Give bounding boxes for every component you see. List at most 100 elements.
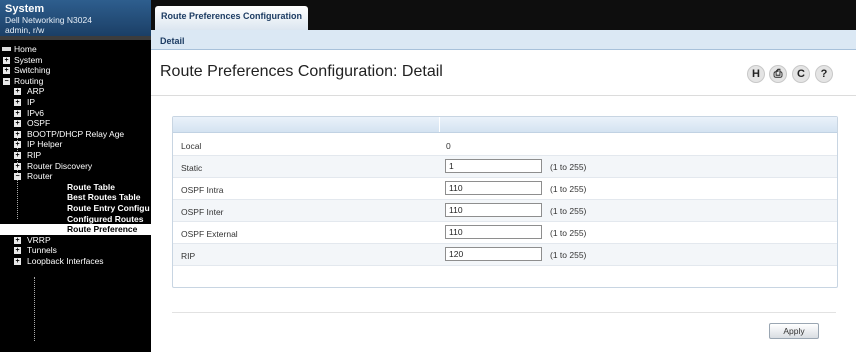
nav-item-switching[interactable]: + Switching xyxy=(0,65,151,76)
nav-item-vrrp[interactable]: + VRRP xyxy=(0,235,151,246)
expand-icon[interactable]: + xyxy=(14,98,21,106)
ospf-intra-label: OSPF Intra xyxy=(181,185,224,195)
print-icon[interactable]: ⎙ xyxy=(769,65,787,83)
home-icon xyxy=(2,47,11,51)
tab-route-preferences-configuration[interactable]: Route Preferences Configuration xyxy=(155,6,308,30)
nav-item-routing[interactable]: − Routing xyxy=(0,76,151,87)
local-label: Local xyxy=(181,141,202,151)
static-input[interactable] xyxy=(445,159,542,173)
nav-item-label: Home xyxy=(14,44,37,54)
nav-item-label: Routing xyxy=(14,75,44,86)
row-local: Local 0 xyxy=(173,134,837,156)
static-label: Static xyxy=(181,163,203,173)
rip-input[interactable] xyxy=(445,247,542,261)
expand-icon[interactable]: + xyxy=(14,151,21,159)
nav-item-route-table[interactable]: Route Table xyxy=(0,182,151,193)
static-range: (1 to 255) xyxy=(550,162,587,172)
collapse-icon[interactable]: − xyxy=(3,77,10,85)
rip-range: (1 to 255) xyxy=(550,250,587,260)
expand-icon[interactable]: + xyxy=(14,162,21,170)
expand-icon[interactable]: + xyxy=(14,141,21,149)
expand-icon[interactable]: + xyxy=(14,236,21,244)
nav-item-label: Loopback Interfaces xyxy=(27,255,104,266)
question-icon[interactable]: ? xyxy=(815,65,833,83)
row-ospf-inter: OSPF Inter (1 to 255) xyxy=(173,200,837,222)
ospf-intra-range: (1 to 255) xyxy=(550,184,587,194)
nav-item-ip[interactable]: + IP xyxy=(0,97,151,108)
ospf-inter-range: (1 to 255) xyxy=(550,206,587,216)
refresh-icon[interactable]: C xyxy=(792,65,810,83)
system-model: Dell Networking N3024 xyxy=(5,15,92,25)
nav-item-label: VRRP xyxy=(27,234,51,245)
form-divider xyxy=(172,312,836,313)
collapse-icon[interactable]: − xyxy=(14,173,21,181)
nav-item-label: OSPF xyxy=(27,118,51,129)
ospf-inter-input[interactable] xyxy=(445,203,542,217)
nav-item-route-entry-config[interactable]: Route Entry Configu xyxy=(0,203,151,214)
nav-item-arp[interactable]: + ARP xyxy=(0,86,151,97)
nav-item-label: Route Preference xyxy=(67,224,138,235)
expand-icon[interactable]: + xyxy=(14,120,21,128)
nav-item-configured-routes[interactable]: Configured Routes xyxy=(0,214,151,225)
expand-icon[interactable]: + xyxy=(3,56,10,64)
nav-item-label: Router xyxy=(27,171,53,182)
nav-item-label: IPv6 xyxy=(27,107,45,118)
expand-icon[interactable]: + xyxy=(14,247,21,255)
nav-item-ip-helper[interactable]: + IP Helper xyxy=(0,139,151,150)
nav-item-system[interactable]: + System xyxy=(0,55,151,66)
tab-detail[interactable]: Detail xyxy=(160,36,185,46)
nav-item-label: IP Helper xyxy=(27,139,63,150)
help-icon[interactable]: H xyxy=(747,65,765,83)
route-preferences-panel: Local 0 Static (1 to 255) OSPF Intra (1 … xyxy=(172,116,838,288)
system-title[interactable]: System xyxy=(5,3,151,15)
nav-item-loopback-interfaces[interactable]: + Loopback Interfaces xyxy=(0,256,151,267)
system-header: System Dell Networking N3024 admin, r/w xyxy=(0,0,151,36)
nav-item-ipv6[interactable]: + IPv6 xyxy=(0,108,151,119)
expand-icon[interactable]: + xyxy=(14,109,21,117)
nav-item-label: RIP xyxy=(27,149,42,160)
sub-tab-bar: Detail xyxy=(151,30,856,50)
page-title: Route Preferences Configuration: Detail xyxy=(160,63,443,80)
title-divider xyxy=(151,95,856,96)
apply-button[interactable]: Apply xyxy=(769,323,819,339)
row-ospf-external: OSPF External (1 to 255) xyxy=(173,222,837,244)
nav-item-router[interactable]: − Router xyxy=(0,171,151,182)
nav-item-label: Route Table xyxy=(67,181,116,192)
nav-item-bootp-dhcp-relay[interactable]: + BOOTP/DHCP Relay Age xyxy=(0,129,151,140)
nav-item-best-routes-table[interactable]: Best Routes Table xyxy=(0,192,151,203)
system-user: admin, r/w xyxy=(5,25,45,35)
nav-item-label: BOOTP/DHCP Relay Age xyxy=(27,128,125,139)
row-rip: RIP (1 to 255) xyxy=(173,244,837,266)
sidebar: System Dell Networking N3024 admin, r/w … xyxy=(0,0,151,352)
nav-item-label: Route Entry Configu xyxy=(67,202,150,213)
ospf-inter-label: OSPF Inter xyxy=(181,207,224,217)
ospf-external-input[interactable] xyxy=(445,225,542,239)
expand-icon[interactable]: + xyxy=(14,88,21,96)
nav-tree: Home + System + Switching − Routing + AR… xyxy=(0,40,151,341)
nav-item-rip[interactable]: + RIP xyxy=(0,150,151,161)
nav-item-label: Router Discovery xyxy=(27,160,93,171)
nav-item-label: ARP xyxy=(27,86,45,97)
nav-item-tunnels[interactable]: + Tunnels xyxy=(0,245,151,256)
nav-item-ospf[interactable]: + OSPF xyxy=(0,118,151,129)
rip-label: RIP xyxy=(181,251,196,261)
ospf-external-label: OSPF External xyxy=(181,229,238,239)
nav-item-router-discovery[interactable]: + Router Discovery xyxy=(0,161,151,172)
tree-connector xyxy=(34,277,35,341)
ospf-external-range: (1 to 255) xyxy=(550,228,587,238)
nav-item-label: IP xyxy=(27,96,36,107)
nav-item-label: Best Routes Table xyxy=(67,192,141,203)
nav-item-home[interactable]: Home xyxy=(0,44,151,55)
expand-icon[interactable]: + xyxy=(3,67,10,75)
expand-icon[interactable]: + xyxy=(14,130,21,138)
panel-header xyxy=(173,117,837,133)
expand-icon[interactable]: + xyxy=(14,257,21,265)
nav-item-label: Switching xyxy=(14,65,51,76)
nav-item-label: System xyxy=(14,54,43,65)
nav-item-route-preferences[interactable]: Route Preference xyxy=(0,224,151,235)
row-ospf-intra: OSPF Intra (1 to 255) xyxy=(173,178,837,200)
title-row: Route Preferences Configuration: Detail … xyxy=(151,50,856,96)
ospf-intra-input[interactable] xyxy=(445,181,542,195)
main-content: Route Preferences Configuration Detail R… xyxy=(151,0,856,352)
nav-item-label: Configured Routes xyxy=(67,213,144,224)
